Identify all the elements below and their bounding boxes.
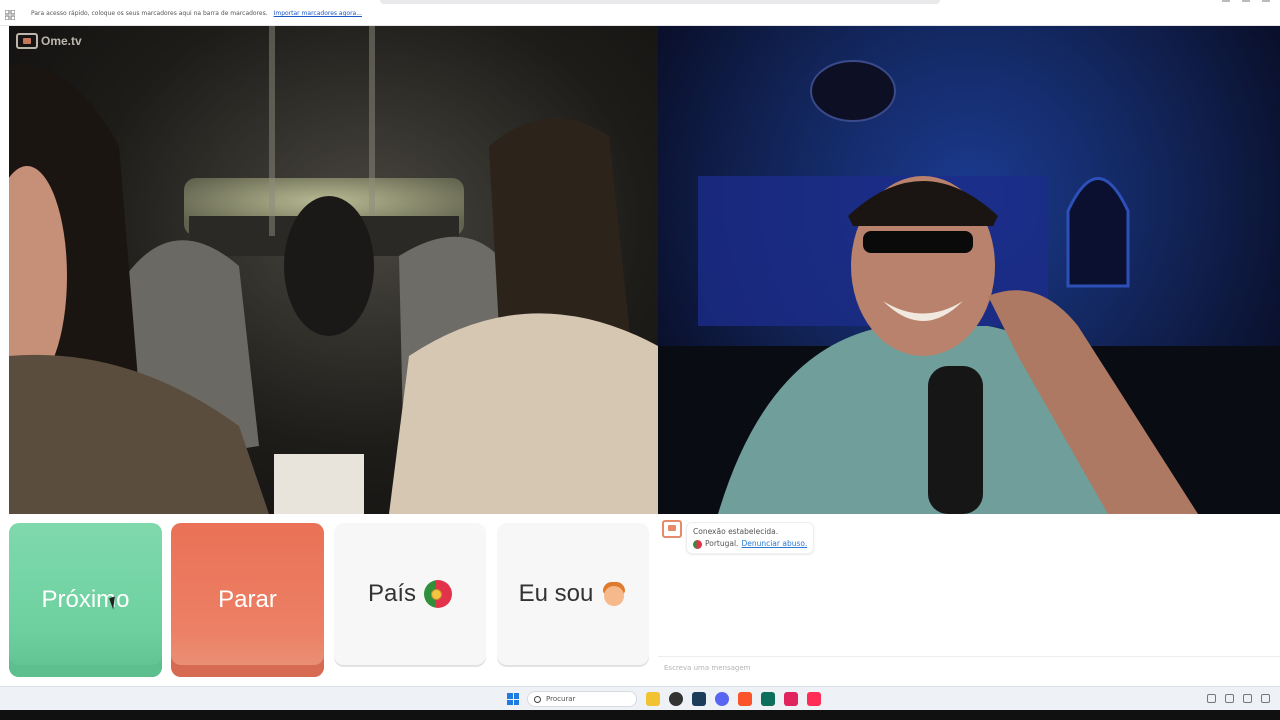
bookmarks-hint: Para acesso rápido, coloque os seus marc…: [31, 10, 362, 17]
boy-emoji-icon: [601, 580, 627, 608]
system-message: Conexão estabelecida. Portugal. Denuncia…: [662, 520, 815, 554]
system-tray: [1207, 694, 1270, 703]
logo-text: Ome.tv: [41, 34, 82, 48]
gender-button-label: Eu sou: [518, 580, 594, 607]
next-button[interactable]: Próximo: [9, 523, 162, 677]
app-icon-1[interactable]: [669, 692, 683, 706]
taskbar-search-placeholder: Procurar: [546, 695, 576, 703]
windows-start-icon[interactable]: [507, 693, 519, 705]
bookmarks-bar: Para acesso rápido, coloque os seus marc…: [0, 0, 1280, 26]
bookmarks-hint-text: Para acesso rápido, coloque os seus marc…: [31, 10, 268, 17]
report-abuse-link[interactable]: Denunciar abuso.: [741, 538, 807, 550]
connection-status-text: Conexão estabelecida.: [693, 527, 779, 536]
chat-controls: Próximo Parar País Eu sou: [9, 523, 649, 677]
tray-chevron-icon[interactable]: [1207, 694, 1216, 703]
country-filter-button[interactable]: País: [334, 523, 486, 665]
windows-taskbar: Procurar: [0, 686, 1280, 710]
app-icon-2[interactable]: [692, 692, 706, 706]
network-icon[interactable]: [1225, 694, 1234, 703]
taskbar-search[interactable]: Procurar: [527, 691, 637, 707]
stranger-video-scene: [9, 26, 658, 514]
tiktok-icon[interactable]: [807, 692, 821, 706]
apps-grid-icon[interactable]: [5, 10, 15, 20]
search-icon: [534, 695, 541, 703]
ometv-logo: Ome.tv: [16, 33, 82, 49]
partner-country: Portugal.: [705, 539, 739, 548]
self-video-scene: [658, 60, 1280, 514]
message-bubble: Conexão estabelecida. Portugal. Denuncia…: [686, 522, 815, 554]
file-explorer-icon[interactable]: [646, 692, 660, 706]
discord-icon[interactable]: [715, 692, 729, 706]
microphone-icon[interactable]: [1243, 694, 1252, 703]
portugal-flag-small-icon: [693, 539, 702, 549]
browser-address-bar[interactable]: [380, 0, 940, 4]
country-button-label: País: [367, 580, 417, 607]
chat-panel: Conexão estabelecida. Portugal. Denuncia…: [658, 514, 1280, 686]
self-video: [658, 26, 1280, 514]
app-icon-3[interactable]: [761, 692, 775, 706]
gender-select-button[interactable]: Eu sou: [497, 523, 649, 665]
tv-logo-icon: [16, 33, 38, 49]
stranger-video: Ome.tv: [9, 26, 658, 514]
message-input[interactable]: Escreva uma mensagem: [658, 656, 1280, 676]
stop-button[interactable]: Parar: [171, 523, 324, 677]
portugal-flag-icon: [424, 580, 453, 608]
pinned-apps: [646, 692, 821, 706]
import-bookmarks-link[interactable]: Importar marcadores agora...: [274, 10, 362, 17]
volume-icon[interactable]: [1261, 694, 1270, 703]
stop-button-label: Parar: [218, 586, 277, 613]
ometv-avatar-icon: [662, 520, 682, 538]
partner-country-row: Portugal. Denunciar abuso.: [693, 538, 807, 550]
window-controls[interactable]: [1222, 0, 1272, 6]
brave-browser-icon[interactable]: [738, 692, 752, 706]
screen-bottom-edge: [0, 710, 1280, 720]
app-icon-4[interactable]: [784, 692, 798, 706]
